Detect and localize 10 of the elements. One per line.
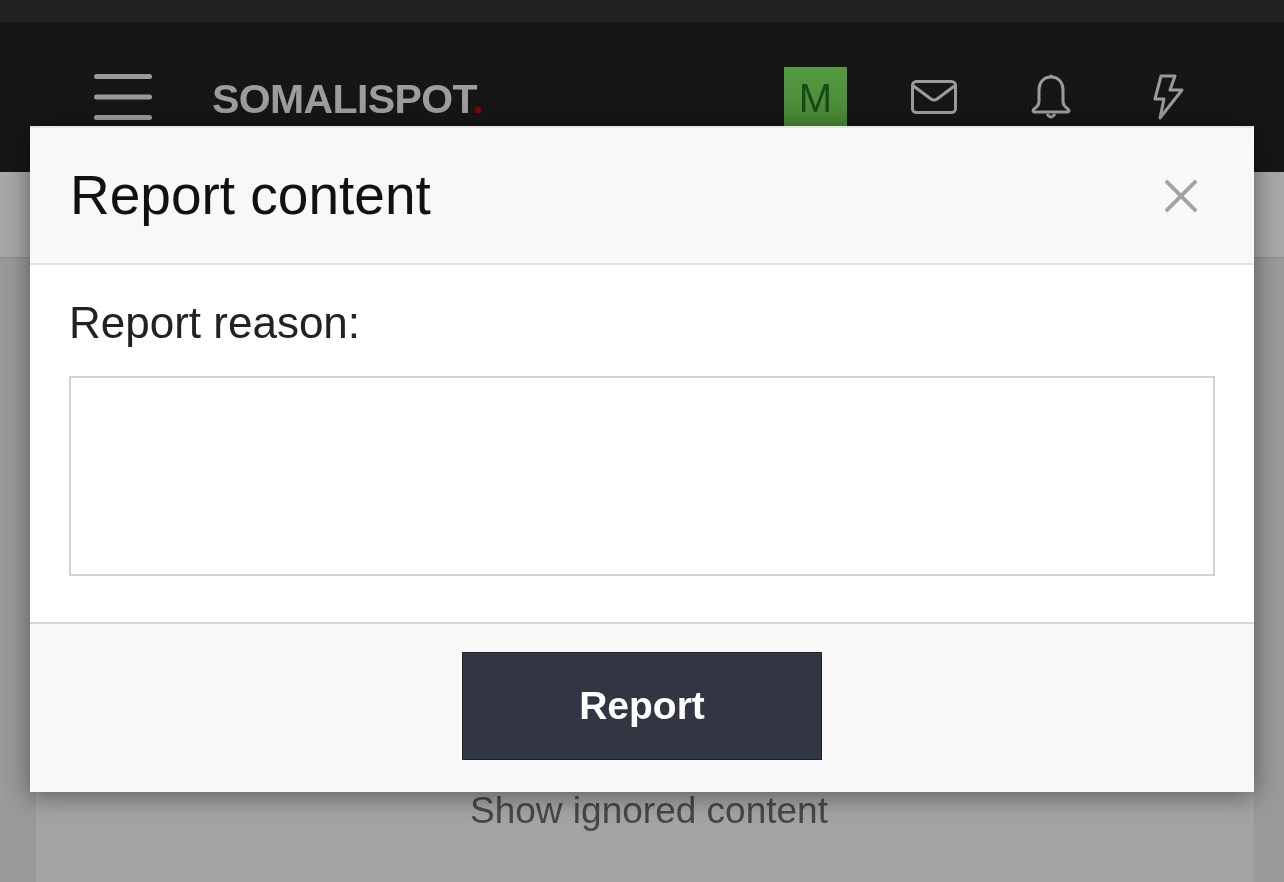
dialog-title: Report content [70,165,431,226]
menu-icon[interactable] [94,74,152,120]
bell-icon[interactable] [1031,74,1071,120]
show-ignored-link[interactable]: Show ignored content [470,790,828,832]
field-label: Report reason: [69,297,361,349]
mail-icon[interactable] [911,80,957,114]
lightning-bolt-icon[interactable] [1153,74,1184,120]
reason-input-field[interactable] [69,375,1215,576]
report-button[interactable]: Report [462,652,822,760]
site-logo[interactable]: SOMALISPOT. [212,78,484,120]
